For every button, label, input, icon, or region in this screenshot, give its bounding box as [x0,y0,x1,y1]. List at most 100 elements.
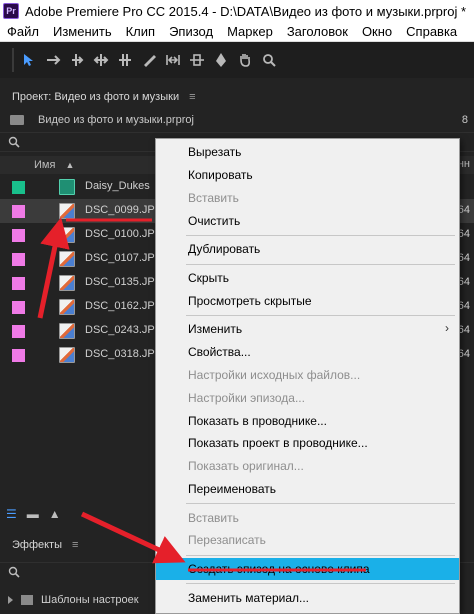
disclosure-triangle-icon[interactable] [8,596,13,604]
context-menu-item[interactable]: Дублировать [156,238,459,261]
context-menu-item[interactable]: Скрыть [156,267,459,290]
menu-item[interactable]: Справка [399,24,464,39]
context-menu-item[interactable]: Вставить [156,187,459,210]
context-menu-item[interactable]: Привязать мультимедиа... [156,609,459,614]
context-menu-item-label: Копировать [188,168,253,183]
search-icon [8,566,20,578]
context-menu-item-label: Переименовать [188,481,276,496]
label-color-swatch[interactable] [12,205,25,218]
context-menu-item[interactable]: Просмотреть скрытые [156,289,459,312]
item-name: DSC_0099.JPG [85,204,164,216]
label-color-swatch[interactable] [12,181,25,194]
label-color-swatch[interactable] [12,277,25,290]
sequence-icon [59,179,75,195]
menu-item[interactable]: Заголовок [280,24,355,39]
context-menu-item[interactable]: Настройки эпизода... [156,386,459,409]
tool-group [12,48,280,72]
context-menu-item-label: Заменить материал... [188,590,310,605]
context-menu-item[interactable]: Вставить [156,506,459,529]
list-view-icon[interactable]: ☰ [6,507,17,521]
item-count: 8 [461,114,468,126]
context-menu-item[interactable]: Изменить › [156,318,459,341]
item-name: DSC_0318.JPG [85,348,164,360]
slip-tool-icon[interactable] [162,49,184,71]
context-menu-item[interactable]: Очистить [156,209,459,232]
ripple-edit-tool-icon[interactable] [66,49,88,71]
context-menu-item-label: Скрыть [188,270,229,285]
context-menu-item[interactable]: Создать эпизод на основе клипа [156,557,459,581]
search-icon [8,136,20,148]
context-menu-item-label: Вырезать [188,145,242,160]
item-name: Daisy_Dukes [85,180,150,192]
item-name: DSC_0135.JPG [85,276,164,288]
project-file-row: Видео из фото и музыки.prproj 8 [0,110,474,130]
image-file-icon [59,299,75,315]
label-color-swatch[interactable] [12,349,25,362]
context-menu-item-label: Просмотреть скрытые [188,293,312,308]
track-select-tool-icon[interactable] [42,49,64,71]
context-menu-item-label: Вставить [188,190,239,205]
tools-panel [0,42,474,78]
panel-menu-icon[interactable]: ≡ [189,91,195,103]
icon-view-icon[interactable]: ▬ [27,507,39,521]
title-bar: Pr Adobe Premiere Pro CC 2015.4 - D:\DAT… [0,0,474,22]
zoom-tool-icon[interactable] [258,49,280,71]
project-panel-header[interactable]: Проект: Видео из фото и музыки ≡ [0,88,474,106]
image-file-icon [59,275,75,291]
context-menu-item-label: Настройки эпизода... [188,390,305,405]
item-name: DSC_0107.JPG [85,252,164,264]
selection-tool-icon[interactable] [18,49,40,71]
context-menu-item-label: Очистить [188,213,241,228]
context-menu-item-label: Свойства... [188,345,251,360]
context-menu-item[interactable]: Настройки исходных файлов... [156,364,459,387]
slide-tool-icon[interactable] [186,49,208,71]
item-name: DSC_0162.JPG [85,300,164,312]
item-name: DSC_0243.JPG [85,324,164,336]
context-menu-item-label: Показать оригинал... [188,459,304,474]
context-menu-item-label: Вставить [188,510,239,525]
label-color-swatch[interactable] [12,253,25,266]
menu-item[interactable]: Клип [119,24,162,39]
menu-item[interactable]: Изменить [46,24,119,39]
pen-tool-icon[interactable] [210,49,232,71]
context-menu-item[interactable]: Показать оригинал... [156,455,459,478]
rolling-edit-tool-icon[interactable] [90,49,112,71]
project-title: Проект: Видео из фото и музыки [12,91,180,103]
column-name-label[interactable]: Имя [34,159,55,171]
context-menu-item[interactable]: Показать проект в проводнике... [156,432,459,455]
context-menu-item[interactable]: Заменить материал... [156,586,459,609]
folder-icon [10,115,24,125]
menu-separator [186,583,455,585]
menu-item[interactable]: Маркер [220,24,280,39]
label-color-swatch[interactable] [12,229,25,242]
menu-item[interactable]: Файл [0,24,46,39]
zoom-slider-icon[interactable]: ▲ [49,507,61,521]
sort-ascending-icon[interactable]: ▲ [65,160,74,170]
context-menu-item[interactable]: Свойства... [156,341,459,364]
menu-separator [186,263,455,265]
image-file-icon [59,203,75,219]
presets-label: Шаблоны настроек [41,594,139,606]
folder-icon [21,595,33,605]
label-color-swatch[interactable] [12,325,25,338]
effects-panel-menu-icon[interactable]: ≡ [72,539,78,551]
effects-title: Эффекты [12,539,63,551]
context-menu-item-label: Настройки исходных файлов... [188,367,361,382]
image-file-icon [59,227,75,243]
context-menu-item[interactable]: Вырезать [156,141,459,164]
project-file-name: Видео из фото и музыки.prproj [38,114,194,126]
context-menu-item[interactable]: Переименовать [156,478,459,501]
menu-item[interactable]: Окно [355,24,399,39]
menu-item[interactable]: Эпизод [162,24,220,39]
label-color-swatch[interactable] [12,301,25,314]
menu-separator [186,554,455,556]
context-menu-item[interactable]: Копировать [156,164,459,187]
context-menu-item[interactable]: Показать в проводнике... [156,409,459,432]
rate-stretch-tool-icon[interactable] [114,49,136,71]
hand-tool-icon[interactable] [234,49,256,71]
image-file-icon [59,251,75,267]
image-file-icon [59,323,75,339]
context-menu: Вырезать Копировать Вставить Очистить Дублир… [155,138,460,614]
razor-tool-icon[interactable] [138,49,160,71]
context-menu-item[interactable]: Перезаписать [156,529,459,552]
